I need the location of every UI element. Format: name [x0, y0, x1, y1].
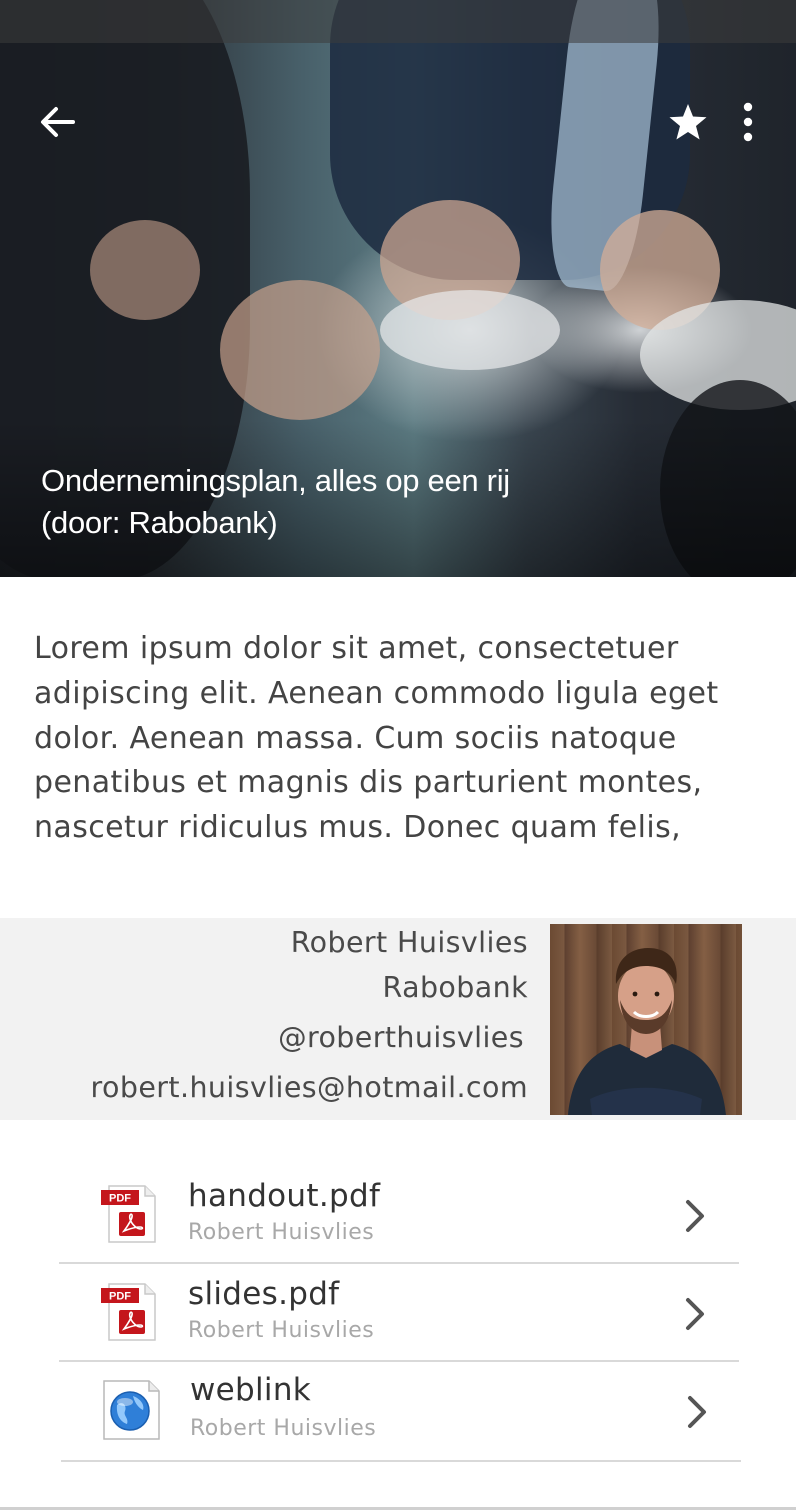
file-name: slides.pdf — [188, 1276, 340, 1312]
chevron-right-icon — [686, 1200, 704, 1232]
author-organization: Rabobank — [382, 971, 528, 1004]
file-author: Robert Huisvlies — [188, 1318, 375, 1343]
title-author-line: (door: Rabobank) — [41, 505, 278, 540]
pdf-icon: PDF — [101, 1185, 156, 1243]
hero-image: Ondernemingsplan, alles op een rij (door… — [0, 0, 796, 577]
globe-icon — [103, 1380, 160, 1440]
author-card: Robert Huisvlies Rabobank @roberthuisvli… — [0, 918, 796, 1120]
title-line: Ondernemingsplan, alles op een rij — [41, 463, 510, 498]
file-author: Robert Huisvlies — [188, 1220, 375, 1245]
chevron-right-icon — [688, 1396, 706, 1428]
file-row-slides[interactable]: PDF slides.pdf Robert Huisvlies — [0, 1264, 796, 1362]
author-name: Robert Huisvlies — [290, 926, 528, 959]
chevron-right-icon — [686, 1298, 704, 1330]
author-email[interactable]: robert.huisvlies@hotmail.com — [91, 1071, 528, 1104]
file-row-weblink[interactable]: weblink Robert Huisvlies — [0, 1362, 796, 1462]
back-arrow-icon[interactable] — [36, 100, 80, 144]
file-author: Robert Huisvlies — [190, 1416, 377, 1441]
file-row-handout[interactable]: PDF handout.pdf Robert Huisvlies — [0, 1166, 796, 1264]
more-vertical-icon[interactable] — [731, 100, 765, 144]
page-title: Ondernemingsplan, alles op een rij (door… — [41, 460, 661, 544]
author-avatar — [550, 924, 742, 1115]
star-icon[interactable] — [666, 100, 710, 144]
pdf-icon: PDF — [101, 1283, 156, 1341]
file-name: weblink — [190, 1372, 312, 1408]
description-text: Lorem ipsum dolor sit amet, consectetuer… — [34, 631, 719, 846]
pdf-icon-label: PDF — [109, 1193, 131, 1205]
file-name: handout.pdf — [188, 1178, 381, 1214]
pdf-icon-label: PDF — [109, 1291, 131, 1303]
divider — [61, 1460, 741, 1462]
author-handle[interactable]: @roberthuisvlies — [278, 1021, 524, 1054]
